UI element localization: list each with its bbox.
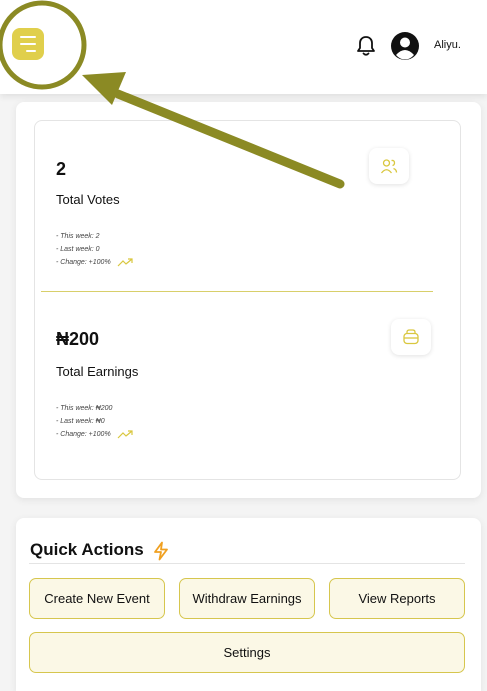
view-reports-button[interactable]: View Reports (329, 578, 465, 619)
quick-actions-title: Quick Actions (30, 540, 144, 559)
wallet-icon (403, 329, 419, 345)
votes-last-week: - Last week: 0 (56, 246, 100, 253)
menu-icon-line (20, 43, 36, 45)
earnings-change-row: - Change: +100% (56, 428, 133, 441)
earnings-this-week: - This week: ₦200 (56, 405, 113, 412)
votes-details: - This week: 2 - Last week: 0 - Change: … (56, 230, 133, 269)
bolt-icon (154, 541, 168, 561)
user-name[interactable]: Aliyu. (434, 39, 461, 51)
quick-actions-divider (29, 563, 465, 564)
stats-panel: 2 Total Votes - This week: 2 - Last week… (34, 120, 461, 480)
create-new-event-button[interactable]: Create New Event (29, 578, 165, 619)
trending-up-icon (117, 258, 133, 267)
votes-change-row: - Change: +100% (56, 256, 133, 269)
earnings-last-week: - Last week: ₦0 (56, 418, 105, 425)
settings-button[interactable]: Settings (29, 632, 465, 673)
earnings-change: - Change: +100% (56, 431, 111, 438)
stats-divider (41, 291, 433, 292)
users-icon (380, 159, 398, 174)
earnings-icon-box (391, 319, 431, 355)
menu-icon-line (26, 50, 36, 52)
earnings-details: - This week: ₦200 - Last week: ₦0 - Chan… (56, 402, 133, 441)
total-votes-value: 2 (56, 159, 67, 179)
user-avatar-icon[interactable] (390, 31, 420, 61)
total-votes-label: Total Votes (56, 192, 120, 207)
quick-actions-card: Quick Actions Create New Event Withdraw … (16, 518, 481, 691)
votes-this-week: - This week: 2 (56, 233, 100, 240)
bell-icon[interactable] (356, 35, 376, 57)
total-earnings-label: Total Earnings (56, 364, 139, 379)
stats-card: 2 Total Votes - This week: 2 - Last week… (16, 102, 481, 498)
votes-icon-box (369, 148, 409, 184)
total-earnings-value: ₦200 (56, 329, 100, 349)
votes-change: - Change: +100% (56, 259, 111, 266)
top-bar: Aliyu. (0, 0, 487, 94)
menu-button[interactable] (12, 28, 44, 60)
trending-up-icon (117, 430, 133, 439)
withdraw-earnings-button[interactable]: Withdraw Earnings (179, 578, 315, 619)
menu-icon-line (20, 36, 36, 38)
